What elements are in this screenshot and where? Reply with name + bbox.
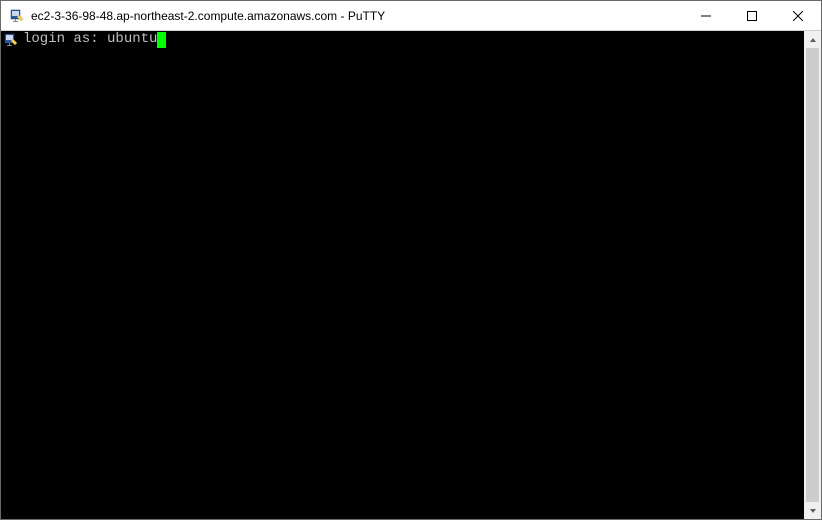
close-button[interactable] xyxy=(775,1,821,30)
terminal[interactable]: login as: ubuntu xyxy=(1,31,804,519)
window-title: ec2-3-36-98-48.ap-northeast-2.compute.am… xyxy=(31,9,683,23)
window-controls xyxy=(683,1,821,30)
scrollbar-thumb[interactable] xyxy=(806,48,819,502)
scroll-up-button[interactable] xyxy=(804,31,821,48)
putty-window: ec2-3-36-98-48.ap-northeast-2.compute.am… xyxy=(0,0,822,520)
putty-icon xyxy=(9,8,25,24)
putty-icon xyxy=(3,32,19,48)
login-prompt: login as: xyxy=(23,31,107,48)
vertical-scrollbar[interactable] xyxy=(804,31,821,519)
scroll-down-button[interactable] xyxy=(804,502,821,519)
login-input-value: ubuntu xyxy=(107,31,157,48)
maximize-button[interactable] xyxy=(729,1,775,30)
client-area: login as: ubuntu xyxy=(1,31,821,519)
minimize-button[interactable] xyxy=(683,1,729,30)
titlebar[interactable]: ec2-3-36-98-48.ap-northeast-2.compute.am… xyxy=(1,1,821,31)
terminal-cursor xyxy=(157,32,166,48)
scrollbar-track[interactable] xyxy=(804,48,821,502)
terminal-line: login as: ubuntu xyxy=(1,31,804,48)
